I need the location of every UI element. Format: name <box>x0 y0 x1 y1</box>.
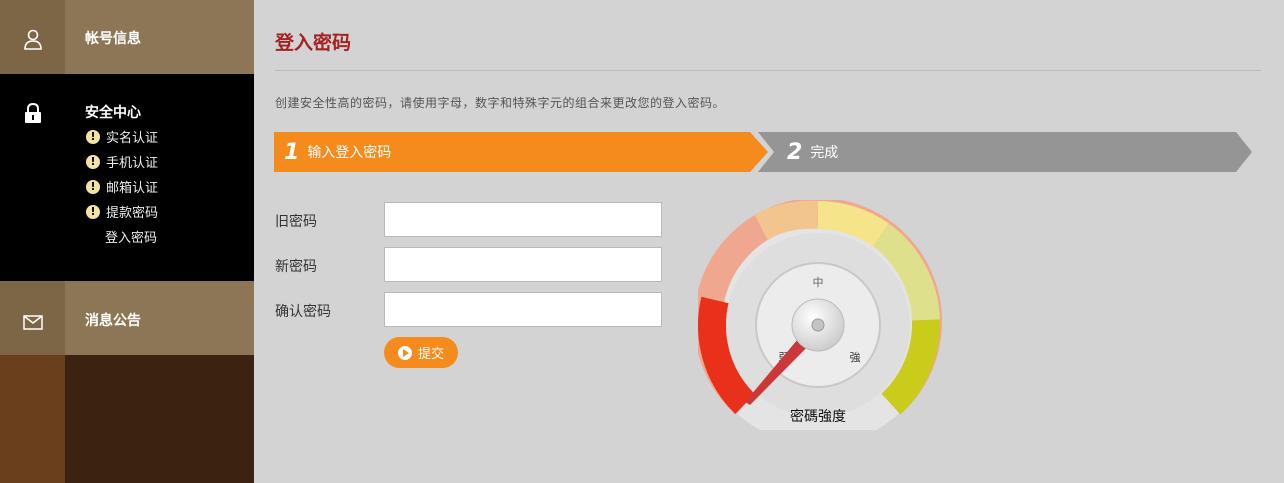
old-password-label: 旧密码 <box>275 214 317 230</box>
sidebar-item-label: 邮箱认证 <box>106 181 159 196</box>
confirm-password-label: 确认密码 <box>275 304 331 320</box>
step-label: 输入登入密码 <box>307 145 392 161</box>
page-title: 登入密码 <box>275 32 352 54</box>
step-number: 1 <box>284 139 300 165</box>
sidebar-section-security: 安全中心 ! 实名认证 ! 手机认证 ! 邮箱认证 ! 提款密码 登入密码 <box>0 74 254 281</box>
sidebar-item-email[interactable]: ! 邮箱认证 <box>86 177 158 196</box>
gauge-band-orange <box>754 200 819 240</box>
step-2: 2 完成 <box>787 132 838 172</box>
sidebar: 帐号信息 安全中心 ! 实名认证 ! 手机认证 ! 邮箱认证 ! 提款密码 登入… <box>0 0 254 483</box>
user-icon <box>24 29 42 50</box>
warning-icon: ! <box>86 154 100 169</box>
submit-button[interactable]: 提交 <box>384 337 458 368</box>
gauge-label-mid: 中 <box>813 276 824 289</box>
divider <box>275 70 1261 71</box>
gauge-label-strong: 強 <box>850 351 861 364</box>
new-password-input[interactable] <box>384 247 662 282</box>
old-password-input[interactable] <box>384 202 662 237</box>
sidebar-item-phone[interactable]: ! 手机认证 <box>86 152 158 171</box>
sidebar-item-account[interactable]: 帐号信息 <box>0 0 254 74</box>
sidebar-security-title: 安全中心 <box>85 105 141 121</box>
step-1: 1 输入登入密码 <box>284 132 391 172</box>
mail-icon <box>23 315 43 330</box>
confirm-password-input[interactable] <box>384 292 662 327</box>
page-description: 创建安全性高的密码，请使用字母，数字和特殊字元的组合来更改您的登入密码。 <box>275 96 726 110</box>
sidebar-notices-title: 消息公告 <box>85 313 141 329</box>
sidebar-item-label: 手机认证 <box>106 156 159 171</box>
gauge-hub-center <box>811 318 825 332</box>
warning-icon: ! <box>86 179 100 194</box>
submit-label: 提交 <box>417 347 444 362</box>
sidebar-item-notices[interactable]: 消息公告 <box>0 281 254 355</box>
sidebar-item-realname[interactable]: ! 实名认证 <box>86 127 158 146</box>
new-password-label: 新密码 <box>275 259 317 275</box>
warning-icon: ! <box>86 129 100 144</box>
warning-icon: ! <box>86 204 100 219</box>
page: 帐号信息 安全中心 ! 实名认证 ! 手机认证 ! 邮箱认证 ! 提款密码 登入… <box>0 0 1284 483</box>
step-label: 完成 <box>810 145 839 161</box>
main-content: 登入密码 创建安全性高的密码，请使用字母，数字和特殊字元的组合来更改您的登入密码… <box>254 0 1284 483</box>
sidebar-item-label: 实名认证 <box>106 131 159 146</box>
sidebar-item-label: 登入密码 <box>105 231 158 246</box>
sidebar-item-withdraw-password[interactable]: ! 提款密码 <box>86 202 158 221</box>
step-arrows <box>274 132 1252 172</box>
lock-icon <box>25 102 41 123</box>
step-indicator: 1 输入登入密码 2 完成 <box>274 132 1254 172</box>
gauge-caption: 密碼強度 <box>790 409 846 425</box>
password-strength-gauge: 中 弱 強 <box>698 200 942 430</box>
sidebar-item-login-password[interactable]: 登入密码 <box>105 227 157 246</box>
sidebar-account-title: 帐号信息 <box>85 31 141 47</box>
step-number: 2 <box>787 139 803 165</box>
sidebar-footer-panel <box>0 355 65 483</box>
sidebar-item-label: 提款密码 <box>106 206 159 221</box>
play-icon <box>397 345 412 360</box>
